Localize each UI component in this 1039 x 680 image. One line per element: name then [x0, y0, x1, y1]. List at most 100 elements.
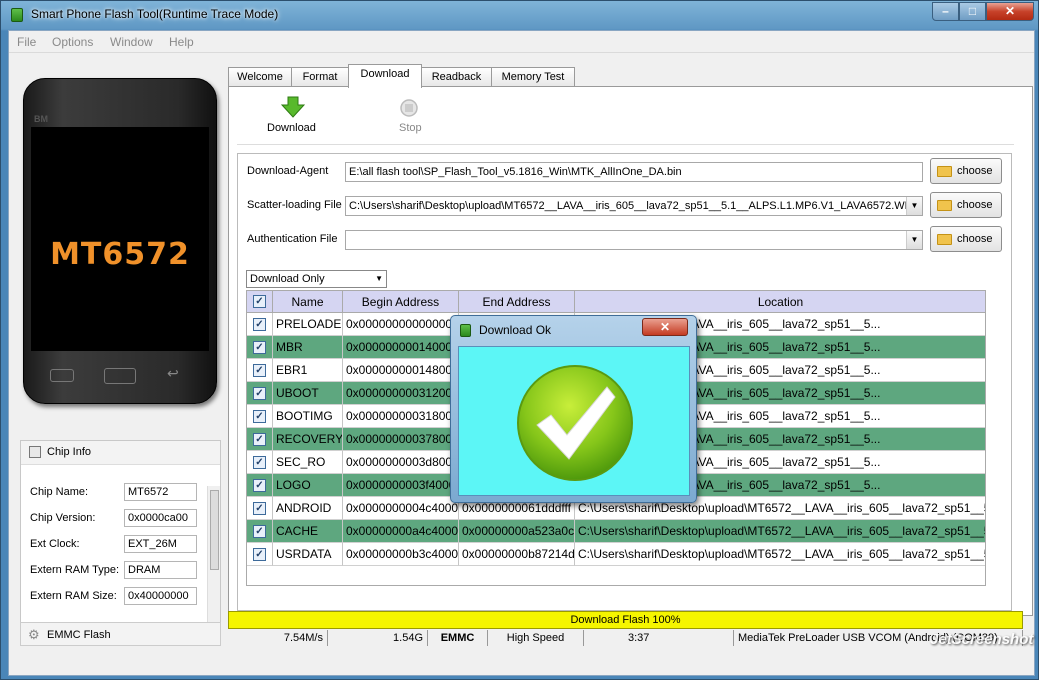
row-checkbox[interactable]: ✓	[253, 387, 266, 400]
auth-file-input[interactable]: ▼	[345, 230, 923, 250]
row-checkbox[interactable]: ✓	[253, 318, 266, 331]
row-checkbox[interactable]: ✓	[253, 525, 266, 538]
ram-type-field[interactable]: DRAM	[124, 561, 197, 579]
row-checkbox[interactable]: ✓	[253, 433, 266, 446]
auth-file-label: Authentication File	[247, 233, 338, 245]
row-checkbox-cell: ✓	[247, 520, 273, 543]
stop-button[interactable]: Stop	[387, 94, 437, 140]
download-ok-dialog: Download Ok ✕	[450, 315, 697, 503]
download-arrow-icon	[281, 96, 305, 118]
emmc-flash-header[interactable]: ⚙ EMMC Flash	[20, 622, 221, 646]
row-checkbox[interactable]: ✓	[253, 479, 266, 492]
row-checkbox[interactable]: ✓	[253, 364, 266, 377]
row-checkbox-cell: ✓	[247, 382, 273, 405]
header-name[interactable]: Name	[273, 291, 343, 313]
tab-readback[interactable]: Readback	[421, 67, 492, 87]
scatter-dropdown-icon[interactable]: ▼	[906, 197, 922, 215]
header-location[interactable]: Location	[575, 291, 985, 313]
header-begin-address[interactable]: Begin Address	[343, 291, 459, 313]
chip-info-header[interactable]: Chip Info	[21, 441, 220, 465]
begin-address: 0x0000000000000000	[343, 313, 459, 336]
progress-text: Download Flash 100%	[570, 614, 681, 626]
begin-address: 0x0000000004c40000	[343, 497, 459, 520]
dialog-body	[458, 346, 690, 496]
status-bar: 7.54M/s 1.54G EMMC High Speed 3:37 Media…	[228, 630, 1023, 646]
gear-icon: ⚙	[28, 627, 40, 642]
tab-format[interactable]: Format	[291, 67, 349, 87]
title-bar[interactable]: Smart Phone Flash Tool(Runtime Trace Mod…	[1, 1, 1038, 29]
header-select-all[interactable]: ✓	[247, 291, 273, 313]
status-usb-speed: High Speed	[488, 630, 584, 646]
row-checkbox-cell: ✓	[247, 451, 273, 474]
auth-dropdown-icon[interactable]: ▼	[906, 231, 922, 249]
download-agent-input[interactable]: E:\all flash tool\SP_Flash_Tool_v5.1816_…	[345, 162, 923, 182]
dialog-app-icon	[460, 324, 471, 337]
tab-download[interactable]: Download	[348, 64, 422, 88]
download-label: Download	[267, 122, 316, 134]
partition-name: CACHE	[273, 520, 343, 543]
chip-version-field[interactable]: 0x0000ca00	[124, 509, 197, 527]
download-button[interactable]: Download	[263, 94, 323, 140]
minimize-button[interactable]: –	[932, 2, 959, 21]
end-address: 0x00000000a523a0cf	[459, 520, 575, 543]
chevron-down-icon: ▼	[375, 274, 383, 283]
location: C:\Users\sharif\Desktop\upload\MT6572__L…	[575, 543, 985, 566]
begin-address: 0x0000000003180000	[343, 405, 459, 428]
table-row[interactable]: ✓ CACHE 0x00000000a4c40000 0x00000000a523a0…	[247, 520, 985, 543]
chip-scrollbar[interactable]: ▼	[207, 486, 220, 644]
home-key-icon	[104, 368, 136, 384]
scatter-file-label: Scatter-loading File	[247, 199, 342, 211]
partition-name: SEC_RO	[273, 451, 343, 474]
choose-auth-button[interactable]: choose	[930, 226, 1002, 252]
partition-name: MBR	[273, 336, 343, 359]
row-checkbox[interactable]: ✓	[253, 502, 266, 515]
menu-options[interactable]: Options	[52, 35, 93, 49]
menu-bar: File Options Window Help	[9, 31, 1034, 53]
row-checkbox[interactable]: ✓	[253, 410, 266, 423]
status-size: 1.54G	[328, 630, 428, 646]
ext-clock-label: Ext Clock:	[30, 538, 80, 550]
chip-name-label: Chip Name:	[30, 486, 89, 498]
row-checkbox-cell: ✓	[247, 313, 273, 336]
scroll-thumb[interactable]	[210, 490, 219, 570]
row-checkbox[interactable]: ✓	[253, 548, 266, 561]
menu-help[interactable]: Help	[169, 35, 194, 49]
choose-download-agent-button[interactable]: choose	[930, 158, 1002, 184]
menu-window[interactable]: Window	[110, 35, 153, 49]
choose-scatter-button[interactable]: choose	[930, 192, 1002, 218]
ext-clock-field[interactable]: EXT_26M	[124, 535, 197, 553]
end-address: 0x00000000b87214d7	[459, 543, 575, 566]
table-row[interactable]: ✓ USRDATA 0x00000000b3c40000 0x00000000b872…	[247, 543, 985, 566]
dialog-close-button[interactable]: ✕	[642, 318, 688, 336]
chip-info-title: Chip Info	[47, 446, 92, 458]
select-all-checkbox[interactable]: ✓	[253, 295, 266, 308]
download-agent-label: Download-Agent	[247, 165, 329, 177]
begin-address: 0x00000000b3c40000	[343, 543, 459, 566]
header-end-address[interactable]: End Address	[459, 291, 575, 313]
partition-name: UBOOT	[273, 382, 343, 405]
chip-name-field[interactable]: MT6572	[124, 483, 197, 501]
ram-size-field[interactable]: 0x40000000	[124, 587, 197, 605]
begin-address: 0x0000000003780000	[343, 428, 459, 451]
ram-size-label: Extern RAM Size:	[30, 590, 117, 602]
row-checkbox[interactable]: ✓	[253, 456, 266, 469]
row-checkbox-cell: ✓	[247, 336, 273, 359]
status-storage: EMMC	[428, 630, 488, 646]
row-checkbox-cell: ✓	[247, 543, 273, 566]
back-key-icon: ↩	[167, 365, 179, 381]
row-checkbox[interactable]: ✓	[253, 341, 266, 354]
tab-memory-test[interactable]: Memory Test	[491, 67, 575, 87]
status-time: 3:37	[584, 630, 734, 646]
begin-address: 0x0000000003f40000	[343, 474, 459, 497]
maximize-button[interactable]: □	[959, 2, 986, 21]
close-button[interactable]: ✕	[986, 2, 1034, 21]
choose-label: choose	[957, 233, 993, 245]
begin-address: 0x0000000003120000	[343, 382, 459, 405]
stop-icon	[400, 99, 418, 117]
emmc-label: EMMC Flash	[47, 629, 111, 641]
download-mode-select[interactable]: Download Only ▼	[246, 270, 387, 288]
menu-file[interactable]: File	[17, 35, 36, 49]
tab-welcome[interactable]: Welcome	[228, 67, 292, 87]
scatter-file-input[interactable]: C:\Users\sharif\Desktop\upload\MT6572__L…	[345, 196, 923, 216]
chip-info-panel: Chip Info Chip Name: MT6572 Chip Version…	[20, 440, 221, 645]
